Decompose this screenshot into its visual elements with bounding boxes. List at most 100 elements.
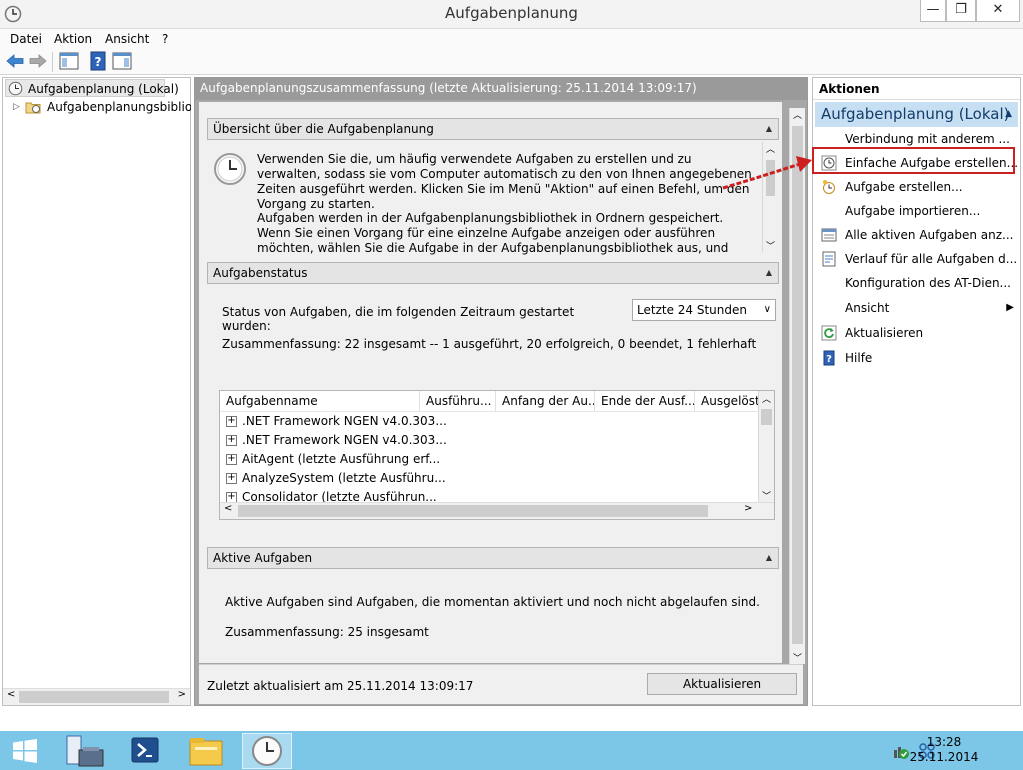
scroll-right-icon[interactable]: > bbox=[178, 689, 186, 700]
action-at-service-config[interactable]: Konfiguration des AT-Dien... bbox=[813, 271, 1020, 295]
powershell-icon[interactable] bbox=[120, 733, 170, 769]
scroll-thumb[interactable] bbox=[792, 126, 803, 644]
running-tasks-icon bbox=[821, 228, 837, 242]
tree-root-label: Aufgabenplanung (Lokal) bbox=[28, 82, 179, 96]
collapse-icon[interactable]: ▲ bbox=[766, 548, 772, 568]
col-run-result[interactable]: Ausführu... bbox=[420, 391, 496, 411]
grid-vertical-scrollbar[interactable]: ︿ ﹀ bbox=[758, 391, 774, 502]
status-summary: Zusammenfassung: 22 insgesamt -- 1 ausge… bbox=[222, 337, 757, 351]
overview-section-header[interactable]: Übersicht über die Aufgabenplanung ▲ bbox=[207, 118, 779, 140]
overview-title: Übersicht über die Aufgabenplanung bbox=[213, 122, 434, 136]
scroll-left-icon[interactable]: < bbox=[224, 503, 232, 514]
svg-text:?: ? bbox=[826, 354, 832, 365]
tree-item-root[interactable]: Aufgabenplanung (Lokal) bbox=[5, 79, 179, 97]
action-create-task[interactable]: Aufgabe erstellen... bbox=[813, 175, 1020, 199]
tree-library-label: Aufgabenplanungsbibliothek bbox=[47, 100, 191, 114]
submenu-arrow-icon: ▶ bbox=[1006, 302, 1014, 313]
create-task-icon bbox=[823, 180, 835, 194]
collapse-icon[interactable]: ▲ bbox=[766, 119, 772, 139]
task-status-grid: Aufgabenname Ausführu... Anfang der Au..… bbox=[219, 390, 775, 520]
close-button[interactable]: ✕ bbox=[976, 0, 1020, 22]
expand-plus-icon[interactable]: + bbox=[226, 454, 237, 465]
last-updated-text: Zuletzt aktualisiert am 25.11.2014 13:09… bbox=[207, 679, 474, 693]
scroll-up-icon[interactable]: ︿ bbox=[793, 108, 802, 121]
maximize-button[interactable]: ❐ bbox=[946, 0, 976, 22]
toolbar-divider bbox=[52, 52, 53, 72]
taskbar-clock[interactable]: 13:28 25.11.2014 bbox=[909, 735, 979, 765]
grid-horizontal-scrollbar[interactable]: < > bbox=[220, 502, 774, 519]
chevron-down-icon[interactable]: ∨ bbox=[764, 300, 771, 320]
clock-icon bbox=[252, 736, 282, 766]
tree-item-library[interactable]: ▷ Aufgabenplanungsbibliothek bbox=[11, 98, 191, 116]
console-tree: Aufgabenplanung (Lokal) ▷ Aufgabenplanun… bbox=[2, 77, 191, 706]
back-arrow-icon[interactable] bbox=[4, 51, 26, 71]
actions-group-label: Aufgabenplanung (Lokal) bbox=[821, 105, 1010, 123]
clock-icon bbox=[214, 153, 246, 185]
refresh-button[interactable]: Aktualisieren bbox=[647, 673, 797, 695]
table-row[interactable]: + .NET Framework NGEN v4.0.303... bbox=[226, 412, 756, 431]
scroll-thumb[interactable] bbox=[19, 691, 169, 703]
table-row[interactable]: + AnalyzeSystem (letzte Ausführu... bbox=[226, 469, 756, 488]
scroll-right-icon[interactable]: > bbox=[744, 503, 752, 514]
show-tree-icon[interactable] bbox=[58, 51, 80, 71]
expand-plus-icon[interactable]: + bbox=[226, 435, 237, 446]
summary-pane: Aufgabenplanungszusammenfassung (letzte … bbox=[194, 77, 808, 706]
title-bar: Aufgabenplanung — ❐ ✕ bbox=[0, 0, 1023, 29]
folder-clock-icon bbox=[25, 102, 41, 114]
table-row[interactable]: + AitAgent (letzte Ausführung erf... bbox=[226, 450, 756, 469]
menu-aktion[interactable]: Aktion bbox=[54, 29, 92, 49]
col-task-name[interactable]: Aufgabenname bbox=[220, 391, 420, 411]
scroll-down-icon[interactable]: ﹀ bbox=[762, 489, 771, 502]
collapse-icon[interactable]: ▲ bbox=[766, 263, 772, 283]
action-view[interactable]: Ansicht ▶ bbox=[813, 296, 1020, 320]
menu-ansicht[interactable]: Ansicht bbox=[105, 29, 149, 49]
windows-start-icon[interactable] bbox=[12, 739, 38, 763]
tree-horizontal-scrollbar[interactable]: < > bbox=[3, 688, 190, 705]
status-period-label: Status von Aufgaben, die im folgenden Ze… bbox=[222, 305, 575, 333]
expand-arrow-icon[interactable]: ▷ bbox=[13, 98, 20, 116]
active-section-header[interactable]: Aktive Aufgaben ▲ bbox=[207, 547, 779, 569]
forward-arrow-icon[interactable] bbox=[27, 51, 49, 71]
col-end[interactable]: Ende der Ausf... bbox=[595, 391, 695, 411]
scroll-thumb[interactable] bbox=[238, 505, 708, 517]
overview-paragraph-2: Aufgaben werden in der Aufgabenplanungsb… bbox=[257, 211, 729, 255]
window-title: Aufgabenplanung bbox=[445, 4, 578, 22]
minimize-button[interactable]: — bbox=[920, 0, 946, 22]
table-row[interactable]: + .NET Framework NGEN v4.0.303... bbox=[226, 431, 756, 450]
file-explorer-icon[interactable] bbox=[181, 733, 231, 769]
menu-datei[interactable]: Datei bbox=[10, 29, 42, 49]
period-select[interactable]: Letzte 24 Stunden ∨ bbox=[632, 299, 776, 321]
task-scheduler-taskbar-button[interactable] bbox=[242, 733, 292, 769]
clock-icon bbox=[8, 81, 23, 96]
help-icon: ? bbox=[823, 350, 835, 366]
expand-plus-icon[interactable]: + bbox=[226, 416, 237, 427]
status-section-header[interactable]: Aufgabenstatus ▲ bbox=[207, 262, 779, 284]
action-history[interactable]: Verlauf für alle Aufgaben d... bbox=[813, 247, 1020, 271]
actions-group-header[interactable]: Aufgabenplanung (Lokal) ▲ bbox=[815, 102, 1018, 127]
scroll-down-icon[interactable]: ﹀ bbox=[793, 651, 802, 664]
help-icon[interactable]: ? bbox=[87, 51, 109, 71]
col-start[interactable]: Anfang der Au... bbox=[496, 391, 595, 411]
col-triggered[interactable]: Ausgelöst bbox=[695, 391, 758, 411]
actions-title: Aktionen bbox=[813, 78, 1020, 100]
expand-plus-icon[interactable]: + bbox=[226, 473, 237, 484]
scroll-up-icon[interactable]: ︿ bbox=[762, 392, 771, 405]
server-manager-icon[interactable] bbox=[59, 733, 109, 769]
action-refresh[interactable]: Aktualisieren bbox=[813, 321, 1020, 345]
network-status-icon[interactable] bbox=[892, 742, 910, 760]
collapse-icon[interactable]: ▲ bbox=[1005, 102, 1012, 127]
history-icon bbox=[822, 251, 836, 267]
scroll-down-icon[interactable]: ﹀ bbox=[766, 239, 775, 252]
svg-text:?: ? bbox=[95, 55, 102, 69]
scroll-thumb[interactable] bbox=[761, 409, 772, 425]
action-show-running[interactable]: Alle aktiven Aufgaben anz... bbox=[813, 223, 1020, 247]
action-import-task[interactable]: Aufgabe importieren... bbox=[813, 199, 1020, 223]
action-help[interactable]: ? Hilfe bbox=[813, 346, 1020, 370]
overview-section-body: Verwenden Sie die, um häufig verwendete … bbox=[207, 140, 779, 256]
scroll-left-icon[interactable]: < bbox=[7, 689, 15, 700]
status-title: Aufgabenstatus bbox=[213, 266, 308, 280]
refresh-icon bbox=[821, 325, 837, 341]
show-action-pane-icon[interactable] bbox=[111, 51, 133, 71]
highlight-box bbox=[812, 147, 1015, 174]
menu-help[interactable]: ? bbox=[162, 29, 168, 49]
